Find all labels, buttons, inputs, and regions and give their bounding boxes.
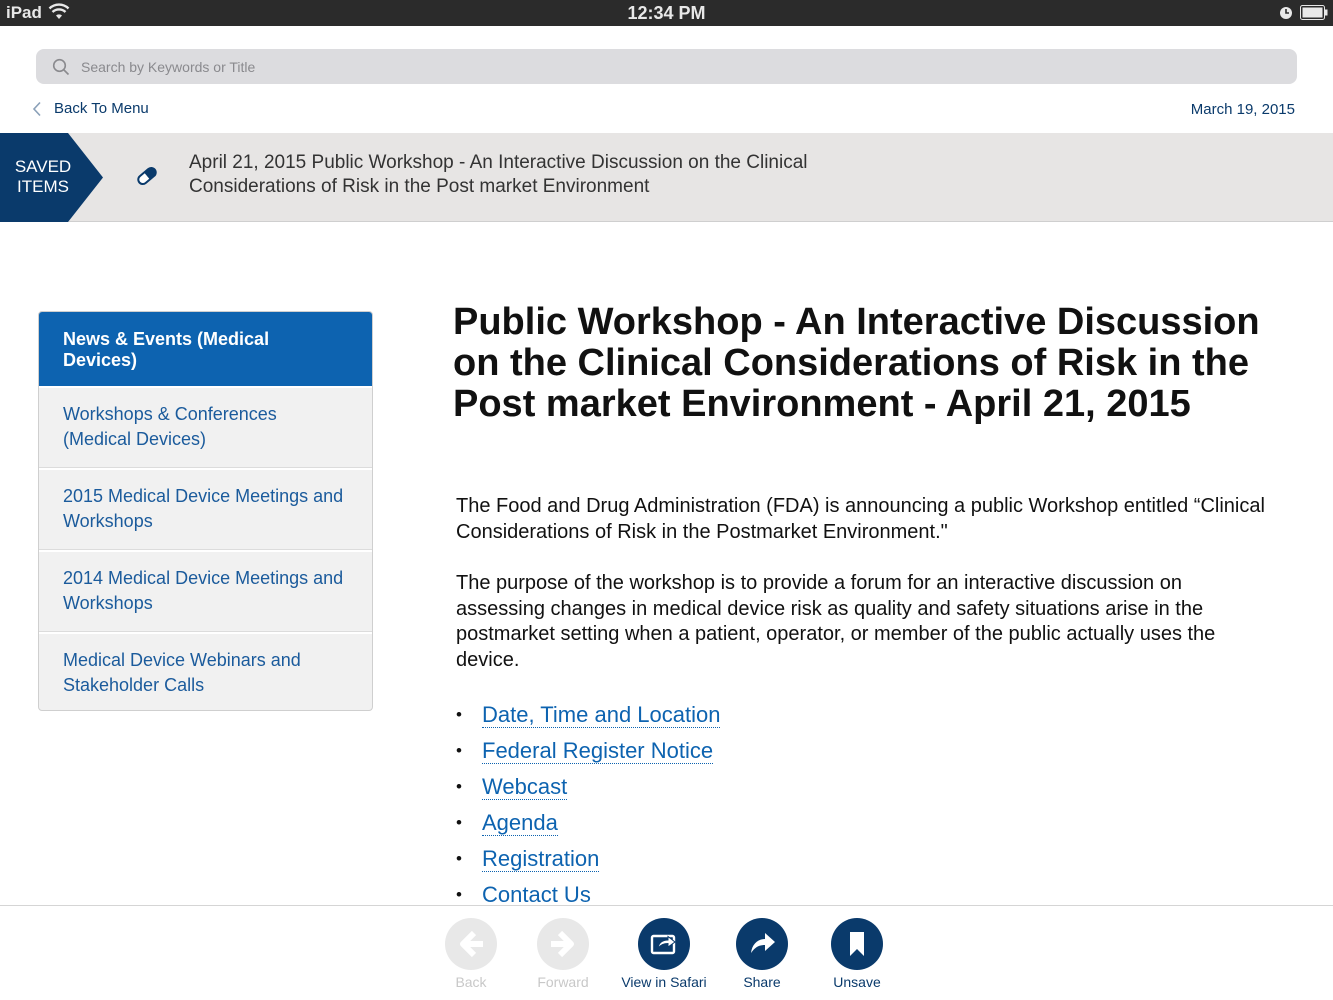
sidebar-item-2015-meetings[interactable]: 2015 Medical Device Meetings and Worksho… bbox=[39, 468, 372, 550]
share-button[interactable]: Share bbox=[722, 918, 802, 990]
bottom-toolbar: Back Forward View in Safari Share Unsave bbox=[0, 905, 1333, 1000]
webcast-link[interactable]: Webcast bbox=[482, 774, 568, 800]
page-title: Public Workshop - An Interactive Discuss… bbox=[453, 301, 1260, 425]
unsave-label: Unsave bbox=[833, 974, 881, 990]
date-time-location-link[interactable]: Date, Time and Location bbox=[482, 702, 721, 728]
bullet: • bbox=[456, 777, 462, 796]
bullet: • bbox=[456, 705, 462, 724]
clock: 12:34 PM bbox=[627, 3, 706, 23]
federal-register-notice-link[interactable]: Federal Register Notice bbox=[482, 738, 714, 764]
registration-link[interactable]: Registration bbox=[482, 846, 600, 872]
view-in-safari-label: View in Safari bbox=[621, 974, 707, 990]
search-input[interactable] bbox=[81, 49, 1281, 84]
back-to-menu-link[interactable]: Back To Menu bbox=[32, 100, 149, 117]
article-paragraph: The Food and Drug Administration (FDA) i… bbox=[456, 495, 1265, 543]
arrow-left-icon bbox=[445, 918, 497, 970]
bookmark-icon bbox=[831, 918, 883, 970]
list-item: • Webcast bbox=[456, 769, 720, 805]
sidebar-item-workshops-conferences[interactable]: Workshops & Conferences (Medical Devices… bbox=[39, 386, 372, 468]
article-paragraph: The purpose of the workshop is to provid… bbox=[456, 572, 1216, 671]
list-item: • Agenda bbox=[456, 805, 720, 841]
share-icon bbox=[736, 918, 788, 970]
contact-us-link[interactable]: Contact Us bbox=[482, 882, 591, 908]
sidebar-nav: News & Events (Medical Devices) Workshop… bbox=[38, 311, 373, 711]
open-external-icon bbox=[638, 918, 690, 970]
arrow-right-icon bbox=[537, 918, 589, 970]
bullet: • bbox=[456, 741, 462, 760]
list-item: • Federal Register Notice bbox=[456, 733, 720, 769]
current-date: March 19, 2015 bbox=[1190, 101, 1295, 118]
saved-tag-line1: SAVED bbox=[14, 157, 72, 176]
saved-items-tag[interactable]: SAVED ITEMS bbox=[0, 133, 104, 222]
search-bar[interactable] bbox=[36, 49, 1297, 84]
back-button-label: Back bbox=[455, 974, 487, 990]
back-to-menu-label: Back To Menu bbox=[54, 100, 149, 117]
pill-icon bbox=[134, 163, 160, 194]
saved-item-title: April 21, 2015 Public Workshop - An Inte… bbox=[189, 152, 808, 197]
sidebar-header[interactable]: News & Events (Medical Devices) bbox=[39, 312, 372, 386]
saved-tag-line2: ITEMS bbox=[17, 177, 69, 196]
bullet: • bbox=[456, 813, 462, 832]
bullet: • bbox=[456, 849, 462, 868]
share-label: Share bbox=[743, 974, 781, 990]
forward-button-label: Forward bbox=[537, 974, 589, 990]
nav-row: Back To Menu March 19, 2015 bbox=[0, 95, 1333, 125]
sidebar-item-webinars[interactable]: Medical Device Webinars and Stakeholder … bbox=[39, 632, 372, 710]
chevron-left-icon bbox=[32, 101, 41, 116]
battery-icon bbox=[1300, 5, 1328, 25]
article-link-list: • Date, Time and Location • Federal Regist… bbox=[456, 697, 721, 913]
back-button[interactable]: Back bbox=[431, 918, 511, 990]
view-in-safari-button[interactable]: View in Safari bbox=[616, 918, 712, 990]
list-item: • Date, Time and Location bbox=[456, 697, 721, 733]
search-icon bbox=[52, 58, 70, 81]
sidebar-item-2014-meetings[interactable]: 2014 Medical Device Meetings and Worksho… bbox=[39, 550, 372, 632]
unsave-button[interactable]: Unsave bbox=[817, 918, 897, 990]
saved-item-banner[interactable]: SAVED ITEMS April 21, 2015 Public Worksh… bbox=[0, 133, 1333, 222]
status-bar: iPad 12:34 PM bbox=[0, 0, 1333, 26]
agenda-link[interactable]: Agenda bbox=[482, 810, 558, 836]
list-item: • Registration bbox=[456, 841, 720, 877]
rotation-lock-icon bbox=[1279, 6, 1293, 25]
forward-button[interactable]: Forward bbox=[523, 918, 603, 990]
bullet: • bbox=[456, 885, 462, 904]
